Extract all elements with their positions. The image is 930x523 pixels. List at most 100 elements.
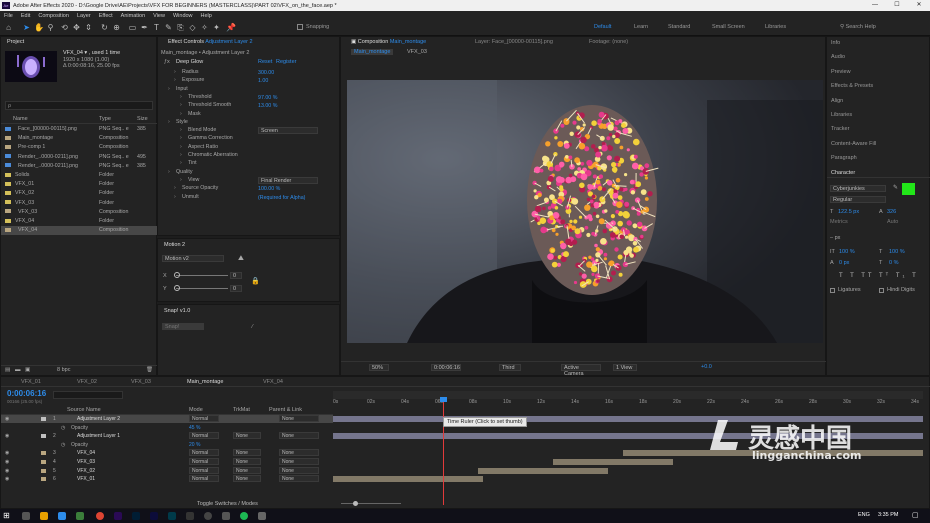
- right-panel-tab[interactable]: Audio: [831, 54, 845, 60]
- font-family-select[interactable]: Cyberjunkies: [830, 185, 886, 192]
- current-time-field[interactable]: 0:00:06:16: [431, 364, 461, 371]
- layer-trkmat-select[interactable]: None: [233, 449, 261, 457]
- project-item[interactable]: Solids Folder: [1, 171, 158, 180]
- layer-name[interactable]: VFX_02: [77, 467, 95, 475]
- tab-effect-controls[interactable]: Effect Controls Adjustment Layer 2: [168, 39, 253, 45]
- label-color-chip[interactable]: [5, 209, 11, 214]
- fill-color-swatch[interactable]: [902, 183, 915, 195]
- timeline-tab[interactable]: VFX_03: [131, 379, 151, 385]
- layer-mode-select[interactable]: Normal: [189, 449, 219, 457]
- timeline-search-input[interactable]: [53, 391, 123, 399]
- project-item[interactable]: VFX_03 Composition: [1, 208, 158, 217]
- language-indicator[interactable]: ENG: [858, 512, 870, 518]
- property-expand-icon[interactable]: ›: [174, 193, 176, 202]
- right-panel-tab[interactable]: Content-Aware Fill: [831, 141, 876, 147]
- hindi-digits-checkbox[interactable]: [879, 288, 884, 293]
- resolution-select[interactable]: Third: [499, 364, 521, 371]
- menu-layer[interactable]: Layer: [73, 13, 95, 19]
- visibility-eye-icon[interactable]: ◉: [5, 467, 9, 475]
- delete-icon[interactable]: 🗑: [146, 367, 153, 373]
- visibility-eye-icon[interactable]: ◉: [5, 415, 9, 423]
- layer-parent-select[interactable]: None: [279, 475, 319, 483]
- layer-mode-select[interactable]: Normal: [189, 458, 219, 465]
- notification-icon[interactable]: ▢: [912, 511, 919, 519]
- pin-tool-icon[interactable]: 📌: [226, 23, 236, 32]
- tab-project[interactable]: Project: [7, 39, 24, 45]
- menu-window[interactable]: Window: [169, 13, 197, 19]
- selection-tool-icon[interactable]: ➤: [22, 23, 31, 32]
- fx-icon[interactable]: ƒx: [164, 59, 170, 65]
- layer-label-chip[interactable]: [41, 477, 46, 482]
- layer-property-row[interactable]: ◷ Opacity 20 %: [1, 441, 333, 449]
- minimize-button[interactable]: —: [864, 0, 886, 11]
- project-item[interactable]: VFX_02 Folder: [1, 189, 158, 198]
- zoom-select[interactable]: 50%: [369, 364, 389, 371]
- horizontal-scale-value[interactable]: 100 %: [889, 249, 905, 255]
- type-tool-icon[interactable]: T: [152, 23, 161, 32]
- column-size[interactable]: Size: [137, 116, 148, 122]
- new-folder-icon[interactable]: ▬: [15, 367, 21, 373]
- project-item[interactable]: Render_..0000-0211].png PNG Seq.. e 495: [1, 153, 158, 162]
- label-color-chip[interactable]: [5, 227, 11, 232]
- workspace-libraries[interactable]: Libraries: [765, 24, 786, 30]
- work-area-bar[interactable]: [333, 391, 923, 399]
- brush-tool-icon[interactable]: ✎: [164, 23, 173, 32]
- layer-mode-select[interactable]: Normal: [189, 475, 219, 483]
- views-select[interactable]: 1 View: [613, 364, 637, 371]
- label-color-chip[interactable]: [5, 154, 11, 159]
- lightroom-icon[interactable]: [168, 512, 176, 520]
- layer-name[interactable]: VFX_04: [77, 449, 95, 457]
- rectangle-tool-icon[interactable]: ▭: [128, 23, 137, 32]
- tab-composition[interactable]: ▣ Composition Main_montage: [351, 39, 426, 45]
- layer-parent-select[interactable]: None: [279, 432, 319, 440]
- new-composition-icon[interactable]: ▣: [25, 367, 30, 373]
- app-icon-13[interactable]: [258, 512, 266, 520]
- eraser-tool-icon[interactable]: ◇: [188, 23, 197, 32]
- stopwatch-icon[interactable]: ◷: [61, 441, 65, 449]
- motion-x-handle[interactable]: [174, 272, 180, 278]
- vertical-scale-value[interactable]: 100 %: [839, 249, 855, 255]
- label-color-chip[interactable]: [5, 163, 11, 168]
- layer-mode-select[interactable]: Normal: [189, 466, 219, 474]
- layer-duration-bar[interactable]: [553, 459, 673, 465]
- pen-tool-icon[interactable]: ✒: [140, 23, 149, 32]
- label-color-chip[interactable]: [5, 126, 11, 131]
- layer-duration-bar[interactable]: [333, 476, 483, 483]
- effect-reset-link[interactable]: Reset: [258, 59, 272, 65]
- column-name[interactable]: Name: [13, 116, 28, 122]
- right-panel-tab[interactable]: Preview: [831, 69, 851, 75]
- property-value[interactable]: (Required for Alpha): [258, 194, 305, 203]
- layer-mode-select[interactable]: Normal: [189, 415, 219, 422]
- mail-icon[interactable]: [58, 512, 66, 520]
- stroke-width-value[interactable]: – px: [830, 235, 840, 241]
- tab-motion[interactable]: Motion 2: [164, 242, 185, 248]
- layer-parent-select[interactable]: None: [279, 458, 319, 465]
- right-panel-tab[interactable]: Tracker: [831, 126, 849, 132]
- app-icon-9[interactable]: [186, 512, 194, 520]
- system-clock[interactable]: 3:35 PM: [878, 512, 898, 518]
- task-view-icon[interactable]: [22, 512, 30, 520]
- zoom-tool-icon[interactable]: ⚲: [46, 23, 55, 32]
- windows-start-icon[interactable]: ⊞: [3, 511, 10, 520]
- menu-view[interactable]: View: [149, 13, 169, 19]
- menu-help[interactable]: Help: [197, 13, 216, 19]
- layer-row[interactable]: ◉ 2 Adjustment Layer 1 Normal None None: [1, 432, 333, 440]
- exposure-value[interactable]: +0.0: [701, 364, 712, 370]
- layer-trkmat-select[interactable]: None: [233, 432, 261, 440]
- motion-y-handle[interactable]: [174, 285, 180, 291]
- font-style-select[interactable]: Regular: [830, 196, 886, 203]
- bpc-label[interactable]: 8 bpc: [57, 367, 70, 373]
- chrome-icon[interactable]: [96, 512, 104, 520]
- label-color-chip[interactable]: [5, 135, 11, 140]
- file-explorer-icon[interactable]: [40, 512, 48, 520]
- motion-y-value[interactable]: 0: [230, 285, 242, 292]
- workspace-default[interactable]: Default: [594, 24, 611, 30]
- project-item[interactable]: VFX_01 Folder: [1, 180, 158, 189]
- toggle-switches-modes[interactable]: Toggle Switches / Modes: [197, 501, 258, 507]
- right-panel-tab[interactable]: Align: [831, 98, 843, 104]
- hand-tool-icon[interactable]: ✋: [34, 23, 44, 32]
- right-panel-tab[interactable]: Info: [831, 40, 840, 46]
- clone-tool-icon[interactable]: ⎘: [176, 23, 185, 32]
- label-color-chip[interactable]: [5, 190, 11, 195]
- after-effects-taskbar-icon[interactable]: [114, 512, 122, 520]
